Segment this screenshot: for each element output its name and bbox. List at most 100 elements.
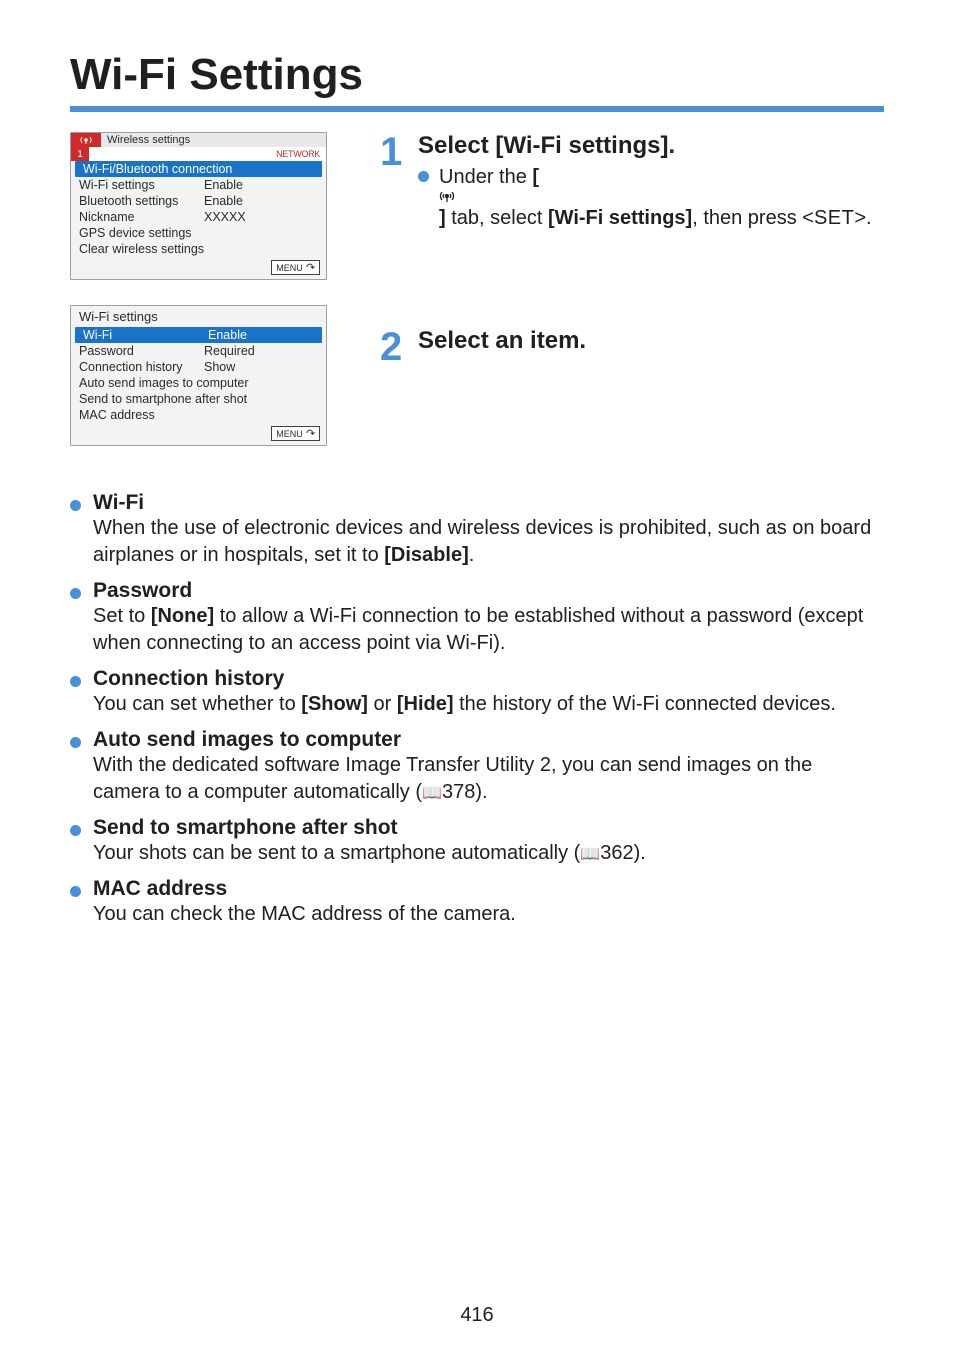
lcd-wifi-settings: Wi-Fi settings Wi-Fi Enable Password Req… <box>70 305 327 446</box>
text: >. <box>854 207 871 229</box>
lcd1-row-value: Enable <box>204 178 318 192</box>
lcd1-tabbar: Wireless settings <box>71 133 326 147</box>
step-number: 2 <box>380 327 408 367</box>
lcd1-tab-label: Wireless settings <box>101 133 326 147</box>
step-body: Under the [] tab, select [Wi-Fi settings… <box>439 164 872 232</box>
feature-body: When the use of electronic devices and w… <box>93 515 884 569</box>
text: Set to <box>93 605 151 627</box>
feature-auto-send-computer: Auto send images to computer With the de… <box>70 728 884 806</box>
lcd1-row-wifi-settings[interactable]: Wi-Fi settings Enable <box>71 177 326 193</box>
bullet-icon <box>70 676 81 687</box>
text: When the use of electronic devices and w… <box>93 517 871 566</box>
lcd2-row-send-smartphone[interactable]: Send to smartphone after shot <box>71 391 326 407</box>
step-title: Select [Wi-Fi settings]. <box>418 132 872 160</box>
title-underline <box>70 106 884 112</box>
text: . <box>469 544 475 566</box>
lcd2-title: Wi-Fi settings <box>71 306 326 327</box>
lcd1-row-nickname[interactable]: Nickname XXXXX <box>71 209 326 225</box>
feature-title: Send to smartphone after shot <box>93 816 646 840</box>
lcd1-row-label: Wi-Fi/Bluetooth connection <box>83 162 314 176</box>
lcd1-row-value: Enable <box>204 194 318 208</box>
feature-send-smartphone: Send to smartphone after shot Your shots… <box>70 816 884 867</box>
lcd2-row-mac-address[interactable]: MAC address <box>71 407 326 423</box>
text: ] <box>439 207 446 229</box>
feature-title: Auto send images to computer <box>93 728 884 752</box>
lcd1-row-wifi-bt-connection[interactable]: Wi-Fi/Bluetooth connection <box>75 161 322 177</box>
lcd2-row-wifi[interactable]: Wi-Fi Enable <box>75 327 322 343</box>
feature-password: Password Set to [None] to allow a Wi-Fi … <box>70 579 884 657</box>
lcd2-row-value: Show <box>204 360 318 374</box>
feature-mac-address: MAC address You can check the MAC addres… <box>70 877 884 928</box>
step-bullet: Under the [] tab, select [Wi-Fi settings… <box>418 164 872 232</box>
text: ). <box>634 842 646 864</box>
text: the history of the Wi-Fi connected devic… <box>454 693 836 715</box>
lcd1-row-bluetooth-settings[interactable]: Bluetooth settings Enable <box>71 193 326 209</box>
feature-connection-history: Connection history You can set whether t… <box>70 667 884 718</box>
menu-label: MENU <box>276 263 303 273</box>
step-content: Select [Wi-Fi settings]. Under the [] ta… <box>418 132 872 232</box>
antenna-icon <box>71 133 101 147</box>
lcd1-footer: MENU ↶ <box>71 257 326 279</box>
text-bold: [Wi-Fi settings] <box>548 207 692 229</box>
text: Under the <box>439 166 532 188</box>
lcd2-row-auto-send-computer[interactable]: Auto send images to computer <box>71 375 326 391</box>
bullet-icon <box>70 737 81 748</box>
feature-wifi: Wi-Fi When the use of electronic devices… <box>70 491 884 569</box>
page-number: 416 <box>0 1304 954 1327</box>
feature-body: With the dedicated software Image Transf… <box>93 752 884 806</box>
lcd-column: Wireless settings 1 NETWORK Wi-Fi/Blueto… <box>70 132 335 471</box>
feature-body: You can set whether to [Show] or [Hide] … <box>93 691 836 718</box>
step-title: Select an item. <box>418 327 586 355</box>
feature-body: Your shots can be sent to a smartphone a… <box>93 840 646 867</box>
bullet-icon <box>418 171 429 182</box>
feature-list: Wi-Fi When the use of electronic devices… <box>70 491 884 928</box>
lcd2-row-password[interactable]: Password Required <box>71 343 326 359</box>
lcd2-row-value: Enable <box>208 328 314 342</box>
lcd1-row-label: Nickname <box>79 210 204 224</box>
two-column-area: Wireless settings 1 NETWORK Wi-Fi/Blueto… <box>70 132 884 471</box>
feature-title: MAC address <box>93 877 516 901</box>
page: Wi-Fi Settings Wireless settings 1 NETWO… <box>0 0 954 1345</box>
lcd1-menu-button[interactable]: MENU ↶ <box>271 260 320 275</box>
return-icon: ↶ <box>306 427 315 440</box>
lcd2-row-label: MAC address <box>79 408 318 422</box>
bullet-icon <box>70 500 81 511</box>
page-ref: 378 <box>442 781 475 803</box>
feature-title: Connection history <box>93 667 836 691</box>
bullet-icon <box>70 588 81 599</box>
text: ). <box>475 781 487 803</box>
lcd2-row-label: Send to smartphone after shot <box>79 392 318 406</box>
lcd2-row-label: Password <box>79 344 204 358</box>
text: tab, select <box>446 207 548 229</box>
lcd1-row-gps-device[interactable]: GPS device settings <box>71 225 326 241</box>
lcd1-header-right: NETWORK <box>89 147 326 161</box>
lcd-wireless-settings: Wireless settings 1 NETWORK Wi-Fi/Blueto… <box>70 132 327 280</box>
text: Your shots can be sent to a smartphone a… <box>93 842 580 864</box>
text: You can check the MAC address of the cam… <box>93 903 516 925</box>
text-bold: [None] <box>151 605 214 627</box>
feature-title: Wi-Fi <box>93 491 884 515</box>
bullet-icon <box>70 886 81 897</box>
set-label: SET <box>814 207 854 229</box>
step-2: 2 Select an item. <box>380 327 884 367</box>
lcd2-footer: MENU ↶ <box>71 423 326 445</box>
book-icon: 📖 <box>422 783 442 805</box>
lcd2-menu-button[interactable]: MENU ↶ <box>271 426 320 441</box>
lcd1-row-clear-wireless[interactable]: Clear wireless settings <box>71 241 326 257</box>
return-icon: ↶ <box>306 261 315 274</box>
step-content: Select an item. <box>418 327 586 367</box>
step-1: 1 Select [Wi-Fi settings]. Under the [] … <box>380 132 884 232</box>
lcd2-row-connection-history[interactable]: Connection history Show <box>71 359 326 375</box>
step-number: 1 <box>380 132 408 232</box>
lcd1-row-label: Clear wireless settings <box>79 242 318 256</box>
lcd2-row-value: Required <box>204 344 318 358</box>
bullet-icon <box>70 825 81 836</box>
lcd2-row-label: Auto send images to computer <box>79 376 318 390</box>
lcd1-header-num: 1 <box>71 147 89 161</box>
book-icon: 📖 <box>580 844 600 866</box>
feature-body: Set to [None] to allow a Wi-Fi connectio… <box>93 603 884 657</box>
page-title: Wi-Fi Settings <box>70 50 884 100</box>
lcd2-row-label: Wi-Fi <box>83 328 208 342</box>
text-bold: [Show] <box>301 693 368 715</box>
menu-label: MENU <box>276 429 303 439</box>
